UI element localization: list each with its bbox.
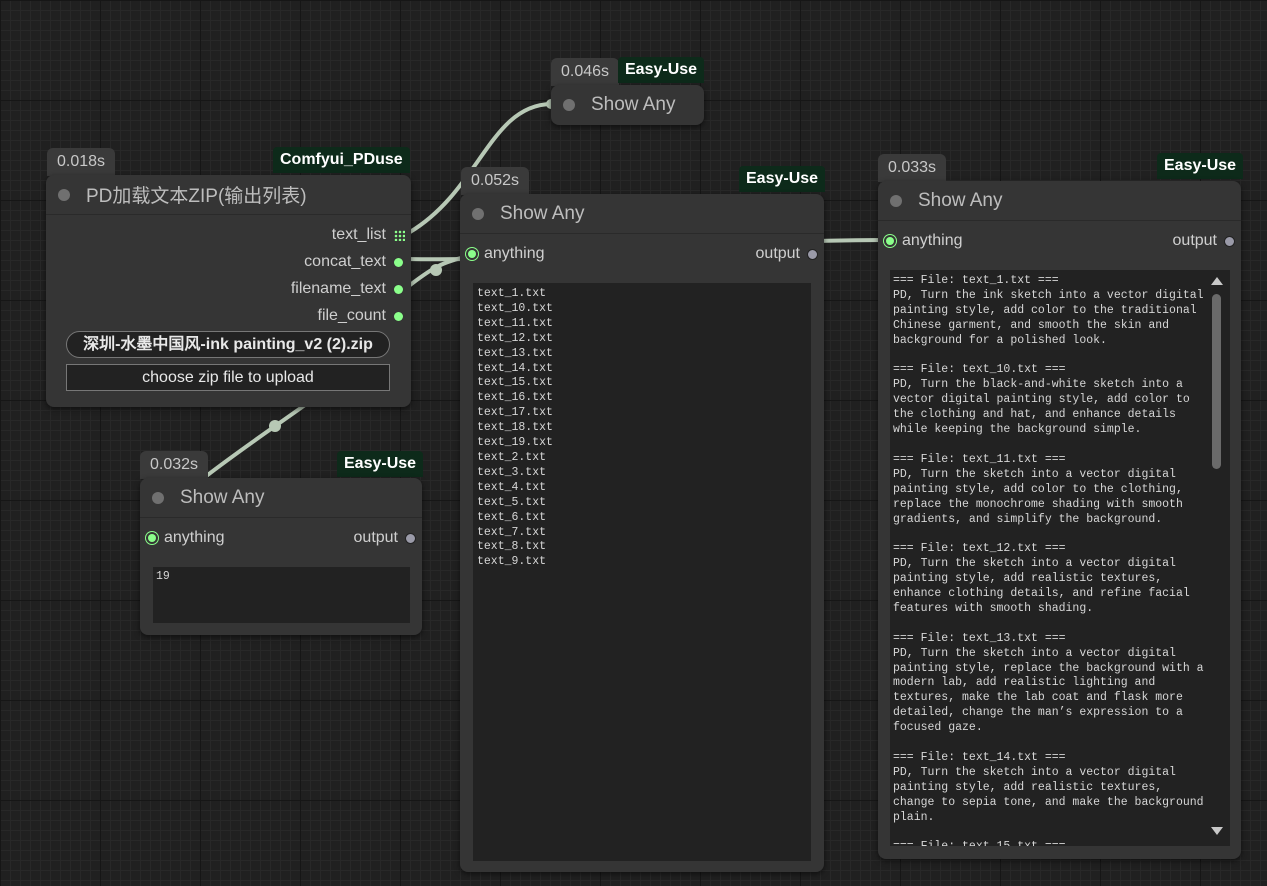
input-slot-anything[interactable]: anything (468, 244, 545, 264)
output-slot-filename-text[interactable]: filename_text (291, 279, 403, 299)
output-dot-icon[interactable] (394, 311, 403, 321)
input-label: anything (164, 529, 225, 546)
node-source-tag: Easy-Use (618, 57, 705, 83)
node-header[interactable]: PD加载文本ZIP(输出列表) (46, 175, 411, 215)
node-time-badge: 0.033s (878, 154, 947, 182)
show-any-concat-node[interactable]: Show Any anything output === File: text_… (878, 181, 1241, 859)
node-header[interactable]: Show Any (140, 478, 422, 518)
input-dot-icon[interactable] (886, 237, 894, 245)
output-dot-icon[interactable] (1224, 235, 1235, 247)
collapse-dot-icon[interactable] (58, 188, 70, 201)
input-slot-anything[interactable]: anything (886, 231, 963, 251)
scroll-down-arrow-icon[interactable] (1211, 827, 1223, 835)
node-title: Show Any (180, 486, 265, 508)
input-slot-anything[interactable]: anything (148, 528, 225, 548)
node-title: Show Any (918, 189, 1003, 211)
output-slot[interactable]: output (756, 244, 818, 264)
collapse-dot-icon[interactable] (472, 207, 484, 220)
wire-reroute-dot (269, 420, 281, 432)
output-label: output (353, 529, 398, 546)
scroll-up-arrow-icon[interactable] (1211, 277, 1223, 285)
output-text-display[interactable]: 19 (153, 567, 410, 623)
node-header[interactable]: Show Any (460, 194, 824, 234)
output-slot-text-list[interactable]: text_list (332, 225, 405, 245)
node-source-tag: Comfyui_PDuse (273, 147, 410, 173)
output-label: file_count (317, 307, 387, 324)
pd-load-text-zip-node[interactable]: PD加载文本ZIP(输出列表) text_list concat_text fi… (46, 175, 411, 407)
node-source-tag: Easy-Use (1157, 153, 1244, 179)
output-text-display[interactable]: === File: text_1.txt === PD, Turn the in… (890, 270, 1230, 846)
input-label: anything (902, 232, 963, 249)
show-any-list-node[interactable]: Show Any anything output text_1.txt text… (460, 194, 824, 872)
upload-zip-button[interactable]: choose zip file to upload (66, 364, 390, 391)
output-dot-icon[interactable] (807, 248, 818, 260)
collapse-dot-icon[interactable] (563, 99, 575, 111)
collapse-dot-icon[interactable] (890, 194, 902, 207)
node-header[interactable]: Show Any (878, 181, 1241, 221)
output-dot-icon[interactable] (394, 284, 403, 294)
show-any-collapsed-node[interactable]: Show Any (551, 85, 704, 125)
scrollbar-thumb[interactable] (1212, 294, 1221, 469)
output-label: output (755, 245, 800, 262)
output-label: filename_text (290, 280, 386, 297)
show-any-count-node[interactable]: Show Any anything output 19 (140, 478, 422, 635)
output-dot-icon[interactable] (394, 257, 403, 267)
output-text-display[interactable]: text_1.txt text_10.txt text_11.txt text_… (473, 283, 811, 861)
node-title: Show Any (500, 202, 585, 224)
wire-reroute-dot (430, 264, 442, 276)
collapse-dot-icon[interactable] (152, 491, 164, 504)
input-dot-icon[interactable] (148, 534, 156, 542)
textarea-scrollbar[interactable] (1210, 275, 1223, 845)
node-time-badge: 0.046s (551, 58, 620, 86)
output-slot-concat-text[interactable]: concat_text (304, 252, 403, 272)
node-source-tag: Easy-Use (337, 451, 424, 477)
output-label: output (1172, 232, 1217, 249)
node-title: Show Any (591, 94, 676, 115)
node-time-badge: 0.018s (47, 148, 116, 176)
input-dot-icon[interactable] (468, 250, 476, 258)
zip-file-select[interactable]: 深圳-水墨中国风-ink painting_v2 (2).zip (66, 331, 390, 358)
output-label: text_list (331, 226, 386, 243)
node-time-badge: 0.052s (461, 167, 530, 195)
output-label: concat_text (304, 253, 386, 270)
list-output-grid-icon[interactable] (394, 229, 405, 241)
output-slot[interactable]: output (354, 528, 416, 548)
input-label: anything (484, 245, 545, 262)
node-time-badge: 0.032s (140, 451, 209, 479)
node-title: PD加载文本ZIP(输出列表) (86, 186, 307, 207)
node-header[interactable]: Show Any (551, 85, 704, 125)
output-slot[interactable]: output (1173, 231, 1235, 251)
output-slot-file-count[interactable]: file_count (317, 306, 403, 326)
wire-count-to-show-any-count (203, 398, 314, 479)
node-source-tag: Easy-Use (739, 166, 826, 192)
output-dot-icon[interactable] (405, 532, 416, 544)
